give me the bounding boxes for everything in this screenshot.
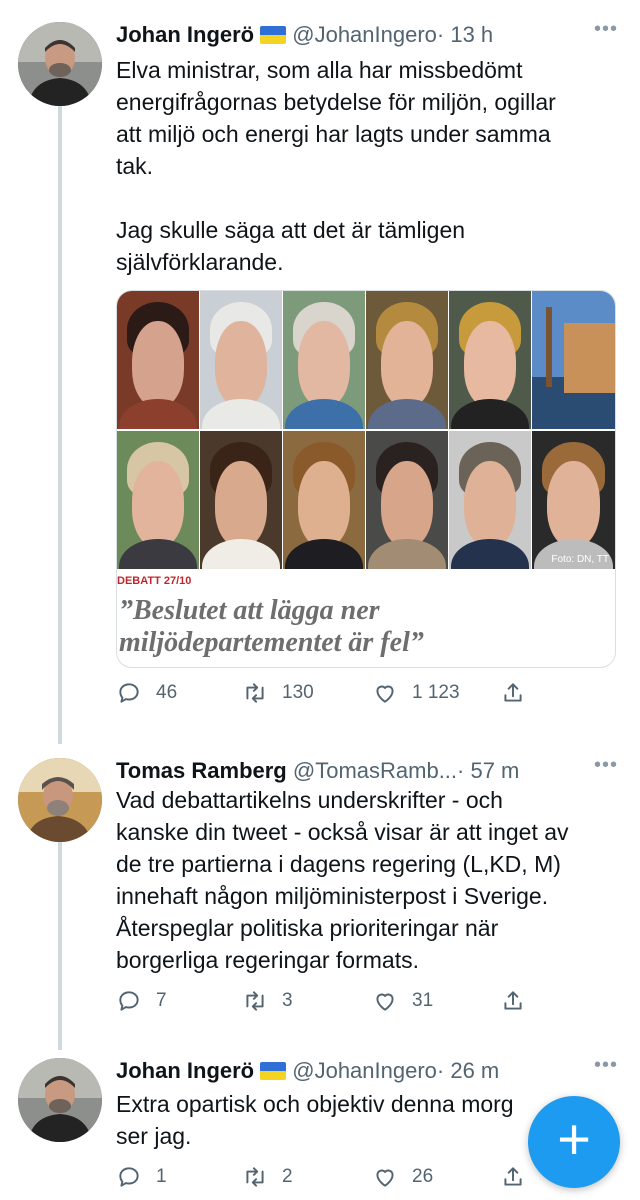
retweet-count: 3 <box>282 990 293 1011</box>
display-name[interactable]: Johan Ingerö <box>116 1058 254 1083</box>
share-icon <box>504 683 522 702</box>
handle[interactable]: @JohanIngero <box>292 22 437 47</box>
display-name[interactable]: Johan Ingerö <box>116 22 254 47</box>
stockholm-city-hall-photo <box>532 291 615 429</box>
handle[interactable]: @JohanIngero <box>292 1058 437 1083</box>
share-icon <box>504 1167 522 1186</box>
retweet-count: 130 <box>282 682 314 703</box>
ukraine-flag-icon <box>260 26 287 44</box>
reply-button[interactable]: 1 <box>116 1162 167 1192</box>
portrait <box>449 431 531 569</box>
tweet[interactable]: Tomas Ramberg @TomasRamb...· 57 m ••• Va… <box>0 736 640 1036</box>
timestamp[interactable]: · 13 h <box>437 22 493 47</box>
like-icon <box>376 993 394 1011</box>
tweet-header: Johan Ingerö @JohanIngero· 26 m <box>116 1054 620 1088</box>
portrait <box>200 291 282 429</box>
avatar[interactable] <box>18 758 102 842</box>
share-button[interactable] <box>500 678 540 708</box>
portrait <box>366 431 448 569</box>
tweet-text: Elva ministrar, som alla har missbedömt … <box>116 54 616 278</box>
retweet-button[interactable]: 3 <box>242 986 293 1016</box>
tweet-actions: 7 3 31 <box>116 986 620 1016</box>
like-count: 26 <box>412 1166 434 1187</box>
photo-collage: Foto: DN, TT <box>117 291 615 569</box>
reply-icon <box>119 683 139 703</box>
portrait <box>449 291 531 429</box>
photo-credit: Foto: DN, TT <box>551 554 609 565</box>
share-icon <box>504 991 522 1010</box>
tweet-paragraph: Vad debattartikelns underskrifter - och … <box>116 787 569 973</box>
like-count: 31 <box>412 990 434 1011</box>
like-button[interactable]: 1 123 <box>372 678 460 708</box>
portrait: Foto: DN, TT <box>532 431 615 569</box>
portrait <box>117 291 199 429</box>
portrait <box>117 431 199 569</box>
avatar[interactable] <box>18 22 102 106</box>
reply-icon <box>119 991 139 1011</box>
tweet-paragraph: Jag skulle säga att det är tämligen själ… <box>116 217 466 275</box>
more-options-icon[interactable]: ••• <box>594 18 618 41</box>
reply-count: 7 <box>156 990 167 1011</box>
tweet-header: Johan Ingerö @JohanIngero· 13 h <box>116 18 620 52</box>
portrait <box>200 431 282 569</box>
tweet-actions: 46 130 1 123 <box>116 678 620 708</box>
compose-icon: + <box>557 1107 591 1172</box>
like-icon <box>376 1169 394 1187</box>
portrait <box>283 291 365 429</box>
ukraine-flag-icon <box>260 1062 287 1080</box>
avatar[interactable] <box>18 1058 102 1142</box>
share-button[interactable] <box>500 1162 540 1192</box>
display-name[interactable]: Tomas Ramberg <box>116 758 287 783</box>
timestamp[interactable]: · 57 m <box>457 758 519 783</box>
retweet-count: 2 <box>282 1166 293 1187</box>
like-button[interactable]: 31 <box>372 986 433 1016</box>
reply-button[interactable]: 7 <box>116 986 167 1016</box>
retweet-icon <box>246 991 264 1011</box>
tweet[interactable]: Johan Ingerö @JohanIngero· 13 h ••• Elva… <box>0 0 640 720</box>
tweet-paragraph: Elva ministrar, som alla har missbedömt … <box>116 57 556 179</box>
portrait <box>366 291 448 429</box>
like-button[interactable]: 26 <box>372 1162 433 1192</box>
compose-button[interactable]: + <box>528 1096 620 1188</box>
share-button[interactable] <box>500 986 540 1016</box>
article-headline: ”Beslutet att lägga ner miljödepartement… <box>119 595 424 658</box>
tweet-text: Vad debattartikelns underskrifter - och … <box>116 784 616 976</box>
tweet-header: Tomas Ramberg @TomasRamb...· 57 m <box>116 754 620 788</box>
article-kicker: DEBATT 27/10 <box>117 575 192 587</box>
timestamp[interactable]: · 26 m <box>437 1058 499 1083</box>
reply-icon <box>119 1167 139 1187</box>
retweet-icon <box>246 683 264 703</box>
handle[interactable]: @TomasRamb... <box>293 758 457 783</box>
like-icon <box>376 685 394 703</box>
retweet-button[interactable]: 2 <box>242 1162 293 1192</box>
like-count: 1 123 <box>412 682 460 703</box>
portrait <box>283 431 365 569</box>
reply-count: 1 <box>156 1166 167 1187</box>
reply-button[interactable]: 46 <box>116 678 177 708</box>
retweet-button[interactable]: 130 <box>242 678 314 708</box>
retweet-icon <box>246 1167 264 1187</box>
more-options-icon[interactable]: ••• <box>594 1054 618 1077</box>
media-card[interactable]: Foto: DN, TT DEBATT 27/10 ”Beslutet att … <box>116 290 616 668</box>
more-options-icon[interactable]: ••• <box>594 754 618 777</box>
reply-count: 46 <box>156 682 178 703</box>
